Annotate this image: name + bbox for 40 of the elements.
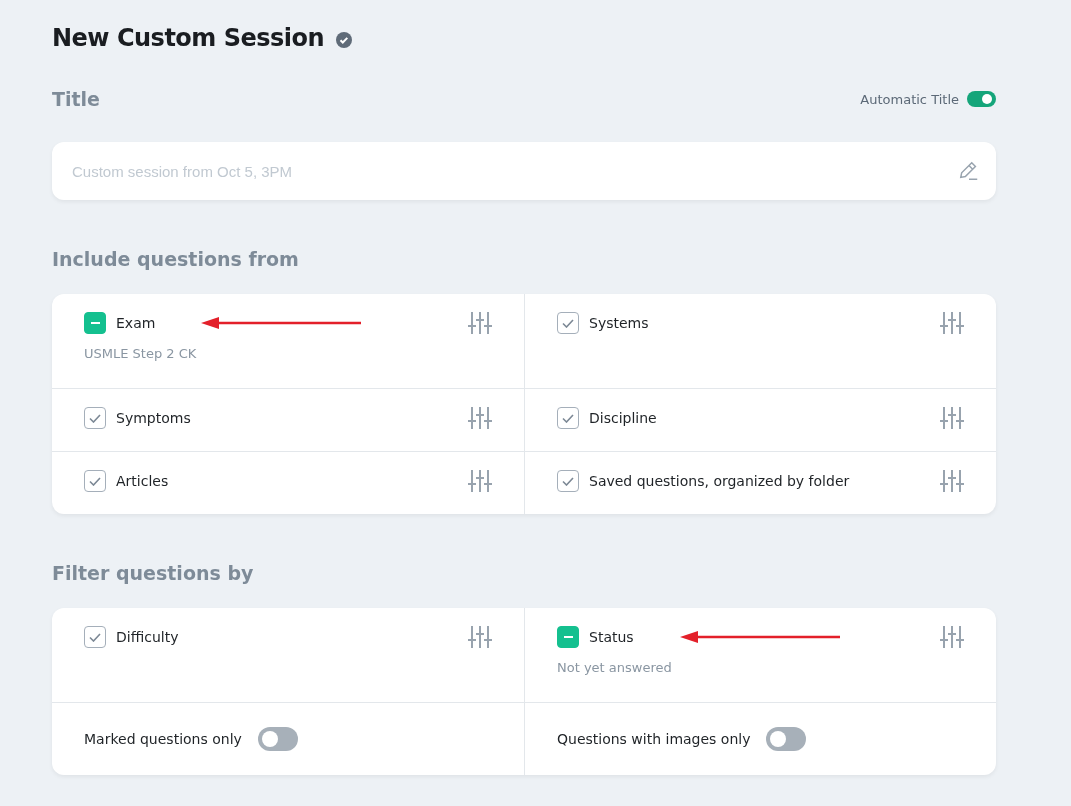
option-detail: Not yet answered bbox=[557, 660, 673, 675]
sliders-icon[interactable] bbox=[468, 312, 492, 334]
checkbox[interactable] bbox=[557, 407, 579, 429]
sliders-icon[interactable] bbox=[940, 470, 964, 492]
option-label: Difficulty bbox=[116, 629, 179, 645]
pencil-icon bbox=[958, 160, 980, 182]
option-detail: USMLE Step 2 CK bbox=[84, 346, 198, 361]
title-input-field[interactable]: Custom session from Oct 5, 3PM bbox=[70, 161, 958, 181]
sliders-icon[interactable] bbox=[940, 312, 964, 334]
sliders-icon[interactable] bbox=[940, 626, 964, 648]
checkbox[interactable] bbox=[557, 312, 579, 334]
option-label: Symptoms bbox=[116, 410, 191, 426]
sliders-icon[interactable] bbox=[468, 470, 492, 492]
automatic-title-toggle[interactable] bbox=[967, 91, 996, 107]
checkbox[interactable] bbox=[557, 626, 579, 648]
verified-check-icon bbox=[336, 32, 353, 48]
sliders-icon[interactable] bbox=[940, 407, 964, 429]
section-heading: Include questions from bbox=[52, 248, 300, 270]
page-title: New Custom Session bbox=[52, 24, 325, 52]
option-label: Status bbox=[589, 629, 634, 645]
option-label: Articles bbox=[116, 473, 169, 489]
checkbox[interactable] bbox=[84, 470, 106, 492]
option-label: Systems bbox=[589, 315, 649, 331]
sliders-icon[interactable] bbox=[468, 407, 492, 429]
toggle-label: Marked questions only bbox=[84, 731, 242, 747]
toggle-label: Automatic Title bbox=[860, 91, 959, 107]
checkbox[interactable] bbox=[84, 407, 106, 429]
toggle-switch[interactable] bbox=[766, 727, 807, 751]
toggle-label: Questions with images only bbox=[557, 731, 751, 747]
checkbox[interactable] bbox=[557, 470, 579, 492]
title-field[interactable]: Custom session from Oct 5, 3PM bbox=[52, 142, 996, 200]
toggle-switch[interactable] bbox=[257, 727, 298, 751]
checkbox[interactable] bbox=[84, 312, 106, 334]
option-label: Exam bbox=[116, 315, 156, 331]
section-heading: Filter questions by bbox=[52, 562, 255, 584]
sliders-icon[interactable] bbox=[468, 626, 492, 648]
section-heading: Title bbox=[52, 88, 100, 110]
option-label: Saved questions, organized by folder bbox=[589, 473, 850, 489]
option-label: Discipline bbox=[589, 410, 657, 426]
checkbox[interactable] bbox=[84, 626, 106, 648]
